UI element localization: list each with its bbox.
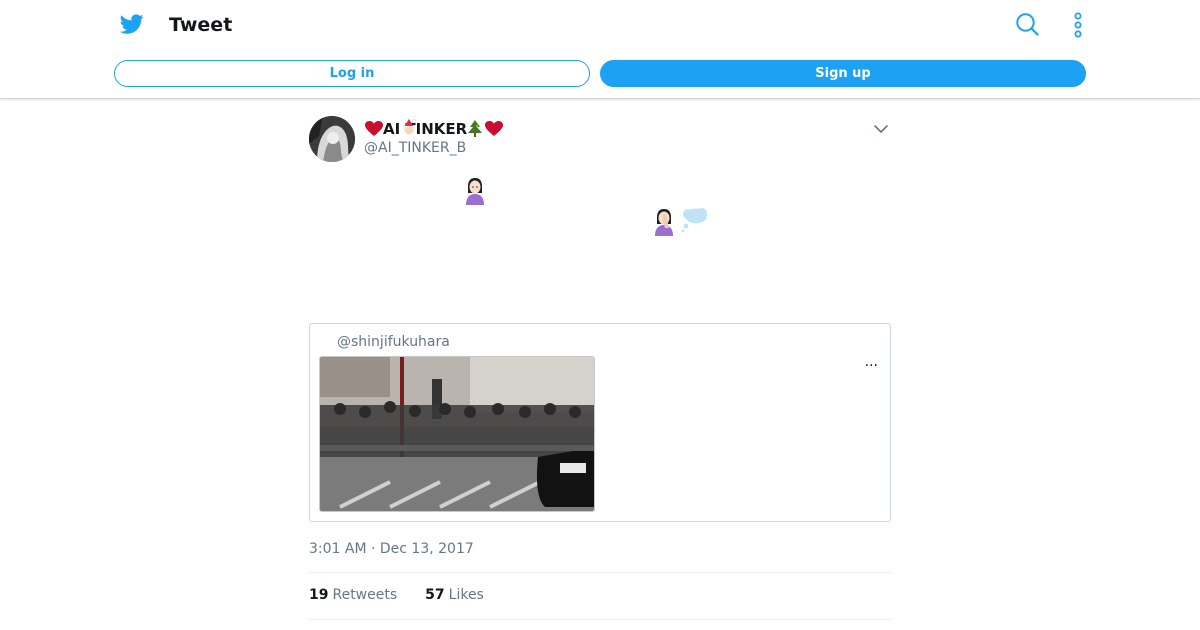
more-vertical-icon[interactable] [1068,12,1088,38]
likes-stat[interactable]: 57 Likes [425,586,484,604]
woman-raising-hand-icon [466,178,484,205]
author-handle[interactable]: @AI_TINKER_B [364,139,466,157]
signup-button[interactable]: Sign up [600,60,1086,87]
twitter-bird-icon[interactable] [119,12,145,36]
santa-icon [403,119,417,136]
page-title: Tweet [169,14,233,36]
chevron-down-icon[interactable] [873,121,889,137]
retweets-count: 19 [309,587,329,603]
author-name[interactable]: AI TINKER [365,119,504,139]
christmas-tree-icon [468,120,483,137]
tweet-stats: 19 Retweets 57 Likes [309,586,512,604]
search-icon[interactable] [1015,12,1039,36]
divider [309,572,891,573]
retweets-stat[interactable]: 19 Retweets [309,586,397,604]
woman-facepalming-icon [655,209,673,236]
avatar[interactable] [309,116,355,162]
top-bar: Tweet Log in Sign up [0,0,1200,99]
tweet-timestamp[interactable]: 3:01 AM · Dec 13, 2017 [309,540,474,558]
red-heart-icon [365,121,383,136]
red-heart-icon [485,121,504,136]
divider [309,619,891,620]
quoted-tweet-handle[interactable]: @shinjifukuhara [337,333,450,351]
thought-balloon-icon [681,208,707,233]
quoted-tweet-photo[interactable] [319,356,595,512]
login-button[interactable]: Log in [114,60,590,87]
author-name-text: AI TINKER [383,120,468,138]
likes-label: Likes [448,587,484,603]
quoted-tweet-card[interactable]: @shinjifukuhara ··· [309,323,891,522]
likes-count: 57 [425,587,445,603]
retweets-label: Retweets [332,587,398,603]
more-options-icon[interactable]: ··· [865,358,878,374]
